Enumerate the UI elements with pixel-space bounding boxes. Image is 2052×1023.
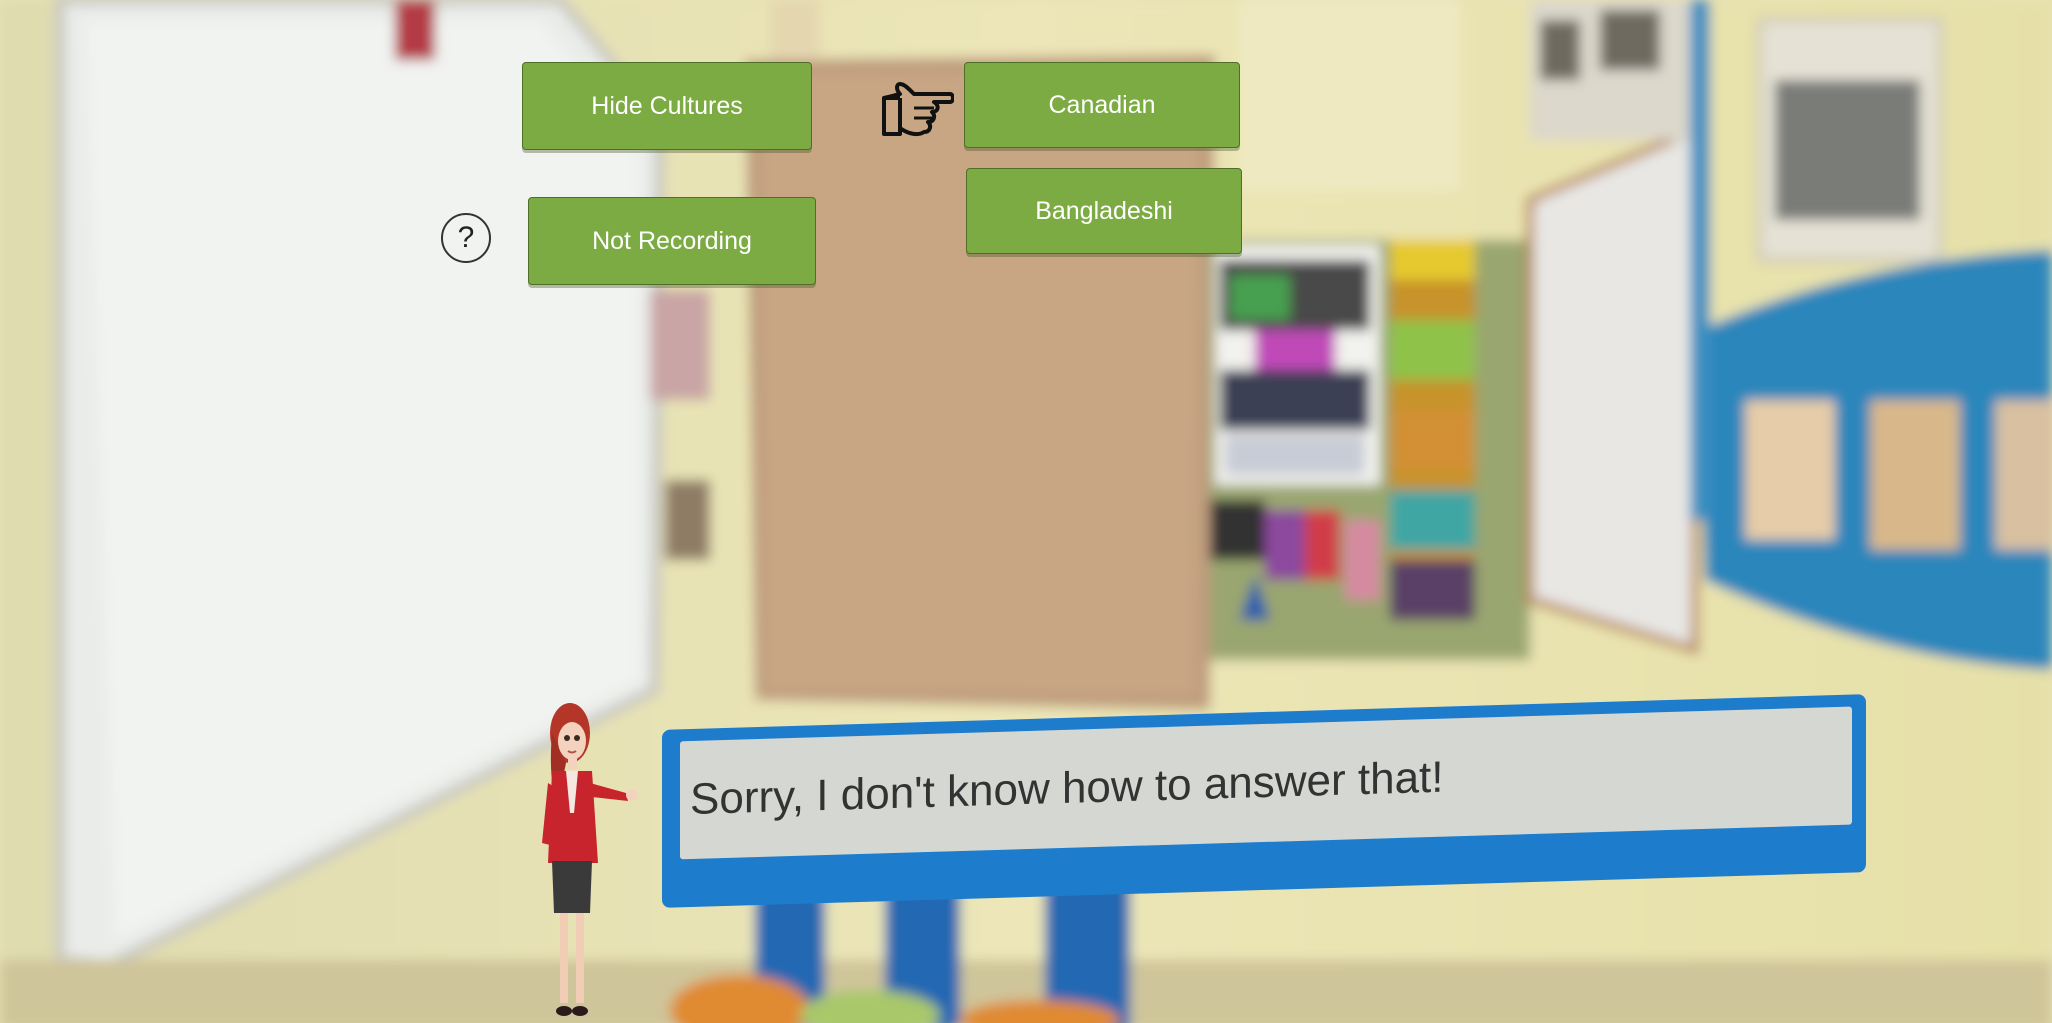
question-mark-icon: ? (457, 221, 475, 254)
hide-cultures-button[interactable]: Hide Cultures (522, 62, 812, 150)
culture-bangladeshi-button[interactable]: Bangladeshi (966, 168, 1242, 254)
speech-text: Sorry, I don't know how to answer that! (690, 752, 1444, 825)
culture-canadian-button[interactable]: Canadian (964, 62, 1240, 148)
help-button[interactable]: ? (441, 213, 491, 263)
speech-bubble: Sorry, I don't know how to answer that! (662, 694, 1866, 908)
pointing-hand-icon (882, 82, 954, 137)
assistant-avatar (542, 703, 638, 1016)
not-recording-button[interactable]: Not Recording (528, 197, 816, 285)
